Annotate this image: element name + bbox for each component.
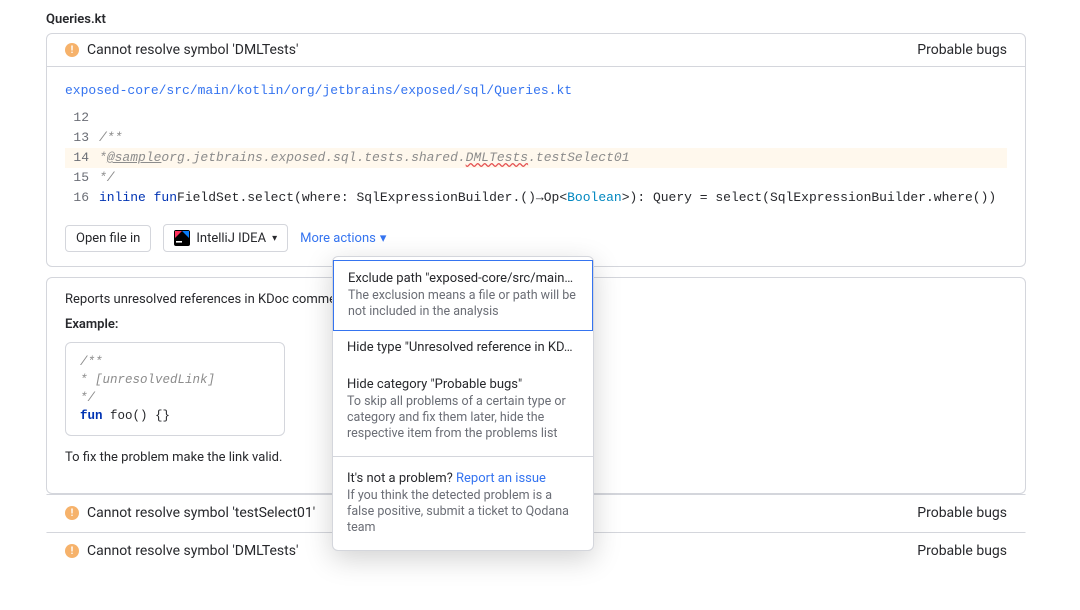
code-text: */ xyxy=(80,391,95,405)
warning-icon: ! xyxy=(65,544,79,558)
popup-item-title: Hide category "Probable bugs" xyxy=(347,377,579,392)
issue-row[interactable]: ! Cannot resolve symbol 'DMLTests' Proba… xyxy=(46,33,1026,67)
popup-item-subtitle: To skip all problems of a certain type o… xyxy=(347,394,579,442)
popup-item-subtitle: The exclusion means a file or path will … xyxy=(348,288,578,320)
ide-selector[interactable]: IntelliJ IDEA ▾ xyxy=(163,224,288,252)
chevron-down-icon: ▾ xyxy=(380,231,387,246)
code-text: Op xyxy=(544,188,560,208)
code-text: foo() {} xyxy=(103,409,171,423)
line-number: 13 xyxy=(65,128,89,148)
popup-exclude-path[interactable]: Exclude path "exposed-core/src/main/… Th… xyxy=(333,260,593,331)
ide-name: IntelliJ IDEA xyxy=(196,231,266,246)
example-code: /** * [unresolvedLink] */ fun foo() {} xyxy=(65,342,285,436)
issue-category: Probable bugs xyxy=(917,505,1007,521)
issue-category: Probable bugs xyxy=(917,42,1007,58)
more-actions-label: More actions xyxy=(300,231,376,246)
intellij-icon xyxy=(174,230,190,246)
error-token: DMLTests xyxy=(466,148,528,168)
line-number: 15 xyxy=(65,168,89,188)
warning-icon: ! xyxy=(65,43,79,57)
warning-icon: ! xyxy=(65,506,79,520)
code-block: 12 13 /** 14 * @sample org.jetbrains.expo… xyxy=(65,108,1007,208)
more-actions-link[interactable]: More actions ▾ xyxy=(300,231,386,246)
popup-item-subtitle: If you think the detected problem is a f… xyxy=(347,488,579,536)
code-text: >): Query = select(SqlExpressionBuilder.… xyxy=(622,188,996,208)
popup-item-title: Hide type "Unresolved reference in KD… xyxy=(347,340,579,355)
popup-item-title: It's not a problem? Report an issue xyxy=(347,471,579,486)
issue-title: Cannot resolve symbol 'DMLTests' xyxy=(87,543,298,559)
code-text: org.jetbrains.exposed.sql.tests.shared. xyxy=(161,148,465,168)
keyword: fun xyxy=(80,409,103,423)
code-text: * xyxy=(99,148,107,168)
code-text: /** xyxy=(99,128,122,148)
popup-item-title: Exclude path "exposed-core/src/main/… xyxy=(348,271,578,286)
code-card: exposed-core/src/main/kotlin/org/jetbrai… xyxy=(46,67,1026,267)
more-actions-popup: Exclude path "exposed-core/src/main/… Th… xyxy=(332,256,594,551)
file-name: Queries.kt xyxy=(46,12,1026,27)
code-text: .testSelect01 xyxy=(528,148,629,168)
issue-category: Probable bugs xyxy=(917,543,1007,559)
popup-hide-category[interactable]: Hide category "Probable bugs" To skip al… xyxy=(333,367,593,452)
keyword: inline xyxy=(99,188,146,208)
issue-title: Cannot resolve symbol 'DMLTests' xyxy=(87,42,298,58)
chevron-down-icon: ▾ xyxy=(272,233,277,244)
type-token: Boolean xyxy=(567,188,622,208)
code-text: < xyxy=(559,188,567,208)
line-number: 16 xyxy=(65,188,89,208)
code-text: → xyxy=(536,188,544,208)
popup-divider xyxy=(333,456,593,457)
file-path-link[interactable]: exposed-core/src/main/kotlin/org/jetbrai… xyxy=(65,83,572,98)
code-text: */ xyxy=(99,168,115,188)
open-in-label: Open file in xyxy=(65,225,151,252)
line-number: 12 xyxy=(65,108,89,128)
line-number: 14 xyxy=(65,148,89,168)
doc-tag: @sample xyxy=(107,148,162,168)
popup-item-prefix: It's not a problem? xyxy=(347,471,456,486)
report-issue-link[interactable]: Report an issue xyxy=(456,471,546,486)
code-text: FieldSet.select(where: SqlExpressionBuil… xyxy=(177,188,536,208)
open-in-text: Open file in xyxy=(76,231,140,246)
popup-report-issue[interactable]: It's not a problem? Report an issue If y… xyxy=(333,461,593,546)
code-text: /** xyxy=(80,355,103,369)
keyword: fun xyxy=(154,188,177,208)
popup-hide-type[interactable]: Hide type "Unresolved reference in KD… xyxy=(333,330,593,367)
issue-title: Cannot resolve symbol 'testSelect01' xyxy=(87,505,315,521)
code-text: * [unresolvedLink] xyxy=(80,373,215,387)
